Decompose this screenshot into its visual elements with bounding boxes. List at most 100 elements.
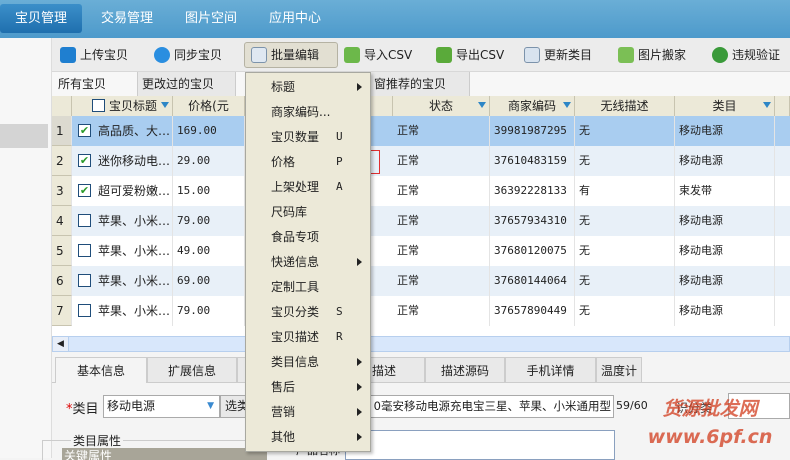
cell-status[interactable]: 正常	[393, 236, 490, 266]
header-category[interactable]: 类目	[675, 96, 775, 116]
tab-recommended-items[interactable]: 窗推荐的宝贝 (19)	[370, 72, 470, 115]
cell-status[interactable]: 正常	[393, 146, 490, 176]
tab-mobile-details[interactable]: 手机详情	[505, 357, 596, 383]
table-row[interactable]: 2 ✔ 迷你移动电… 29.00 正常 37610483159 无移动电源	[52, 146, 790, 176]
menu-item[interactable]: 快递信息	[246, 250, 370, 275]
menu-item[interactable]: 营销	[246, 400, 370, 425]
cell-price[interactable]: 15.00	[173, 176, 245, 206]
cell-category[interactable]: 移动电源	[675, 236, 775, 266]
cell-status[interactable]: 正常	[393, 116, 490, 146]
cell-title[interactable]: ✔ 超可爱粉嫩…	[72, 176, 173, 206]
tab-description-source[interactable]: 描述源码	[425, 357, 505, 383]
scroll-left-arrow[interactable]: ◀	[53, 337, 69, 351]
cell-wireless[interactable]: 无	[575, 296, 675, 326]
filter-icon[interactable]	[763, 102, 771, 108]
menu-item[interactable]: 售后	[246, 375, 370, 400]
cell-wireless[interactable]: 有	[575, 176, 675, 206]
nav-tab-apps[interactable]: 应用中心	[256, 4, 334, 33]
row-checkbox[interactable]: ✔	[78, 184, 91, 197]
title-input[interactable]: 0毫安移动电源充电宝三星、苹果、小米通用型	[368, 395, 614, 418]
filter-icon[interactable]	[563, 102, 571, 108]
nav-tab-items[interactable]: 宝贝管理	[0, 4, 82, 33]
row-number[interactable]: 2	[52, 146, 72, 176]
row-number[interactable]: 4	[52, 206, 72, 236]
cell-price[interactable]: 169.00	[173, 116, 245, 146]
menu-item[interactable]: 上架处理 A	[246, 175, 370, 200]
menu-item[interactable]: 宝贝数量 U	[246, 125, 370, 150]
cell-code[interactable]: 36392228133	[490, 176, 575, 206]
cell-wireless[interactable]: 无	[575, 206, 675, 236]
filter-icon[interactable]	[478, 102, 486, 108]
cell-category[interactable]: 束发带	[675, 176, 775, 206]
row-number[interactable]: 5	[52, 236, 72, 266]
image-move-button[interactable]: 图片搬家	[618, 42, 686, 68]
header-code[interactable]: 商家编码	[490, 96, 575, 116]
row-checkbox[interactable]	[78, 244, 91, 257]
cell-title[interactable]: ✔ 迷你移动电…	[72, 146, 173, 176]
cell-category[interactable]: 移动电源	[675, 116, 775, 146]
cell-wireless[interactable]: 无	[575, 266, 675, 296]
cell-title[interactable]: 苹果、小米…	[72, 236, 173, 266]
update-category-button[interactable]: 更新类目	[524, 42, 592, 68]
nav-tab-trades[interactable]: 交易管理	[88, 4, 166, 33]
row-number[interactable]: 7	[52, 296, 72, 326]
table-row[interactable]: 5 苹果、小米… 49.00 正常 37680120075 无移动电源	[52, 236, 790, 266]
row-checkbox[interactable]	[78, 214, 91, 227]
tab-basic-info[interactable]: 基本信息	[55, 357, 147, 383]
table-row[interactable]: 6 苹果、小米… 69.00 正常 37680144064 无移动电源	[52, 266, 790, 296]
row-checkbox[interactable]: ✔	[78, 124, 91, 137]
cell-title[interactable]: 苹果、小米…	[72, 296, 173, 326]
cell-price[interactable]: 69.00	[173, 266, 245, 296]
tab-thermometer[interactable]: 温度计	[596, 357, 642, 383]
cell-category[interactable]: 移动电源	[675, 266, 775, 296]
cell-price[interactable]: 49.00	[173, 236, 245, 266]
cell-category[interactable]: 移动电源	[675, 206, 775, 236]
menu-item[interactable]: 商家编码...	[246, 100, 370, 125]
table-row[interactable]: 1 ✔ 高品质、大… 169.00 正常 39981987295 无移动电源	[52, 116, 790, 146]
menu-item[interactable]: 价格 P	[246, 150, 370, 175]
cell-wireless[interactable]: 无	[575, 116, 675, 146]
left-pane-selected-item[interactable]	[0, 124, 48, 148]
menu-item[interactable]: 标题	[246, 75, 370, 100]
filter-icon[interactable]	[161, 102, 169, 108]
header-price[interactable]: 价格(元	[173, 96, 245, 116]
row-number[interactable]: 3	[52, 176, 72, 206]
cell-title[interactable]: 苹果、小米…	[72, 266, 173, 296]
cell-category[interactable]: 移动电源	[675, 296, 775, 326]
tab-extended-info[interactable]: 扩展信息	[147, 357, 237, 383]
row-checkbox[interactable]: ✔	[78, 154, 91, 167]
cell-wireless[interactable]: 无	[575, 146, 675, 176]
menu-item[interactable]: 其他	[246, 425, 370, 450]
tab-all-items[interactable]: 所有宝贝 (25)	[54, 72, 138, 115]
import-csv-button[interactable]: 导入CSV	[344, 42, 412, 68]
cell-status[interactable]: 正常	[393, 176, 490, 206]
table-row[interactable]: 7 苹果、小米… 79.00 正常 37657890449 无移动电源	[52, 296, 790, 326]
cell-status[interactable]: 正常	[393, 266, 490, 296]
violation-check-button[interactable]: 违规验证	[712, 42, 780, 68]
cell-wireless[interactable]: 无	[575, 236, 675, 266]
menu-item[interactable]: 类目信息	[246, 350, 370, 375]
cell-status[interactable]: 正常	[393, 296, 490, 326]
row-checkbox[interactable]	[78, 304, 91, 317]
cell-title[interactable]: 苹果、小米…	[72, 206, 173, 236]
cell-code[interactable]: 39981987295	[490, 116, 575, 146]
cell-code[interactable]: 37680144064	[490, 266, 575, 296]
row-number[interactable]: 1	[52, 116, 72, 146]
menu-item[interactable]: 宝贝分类 S	[246, 300, 370, 325]
table-row[interactable]: 4 苹果、小米… 79.00 正常 37657934310 无移动电源	[52, 206, 790, 236]
cell-code[interactable]: 37610483159	[490, 146, 575, 176]
cell-price[interactable]: 29.00	[173, 146, 245, 176]
export-csv-button[interactable]: 导出CSV	[436, 42, 504, 68]
select-all-checkbox[interactable]	[92, 99, 105, 112]
row-number[interactable]: 6	[52, 266, 72, 296]
menu-item[interactable]: 定制工具	[246, 275, 370, 300]
row-checkbox[interactable]	[78, 274, 91, 287]
header-title[interactable]: 宝贝标题	[72, 96, 173, 116]
menu-item[interactable]: 食品专项	[246, 225, 370, 250]
batch-edit-button[interactable]: 批量编辑	[244, 42, 338, 68]
horizontal-scrollbar[interactable]: ◀	[52, 336, 790, 352]
upload-button[interactable]: 上传宝贝	[60, 42, 128, 68]
cell-price[interactable]: 79.00	[173, 296, 245, 326]
cell-category[interactable]: 移动电源	[675, 146, 775, 176]
tab-changed-items[interactable]: 更改过的宝贝 (0)	[138, 72, 236, 115]
